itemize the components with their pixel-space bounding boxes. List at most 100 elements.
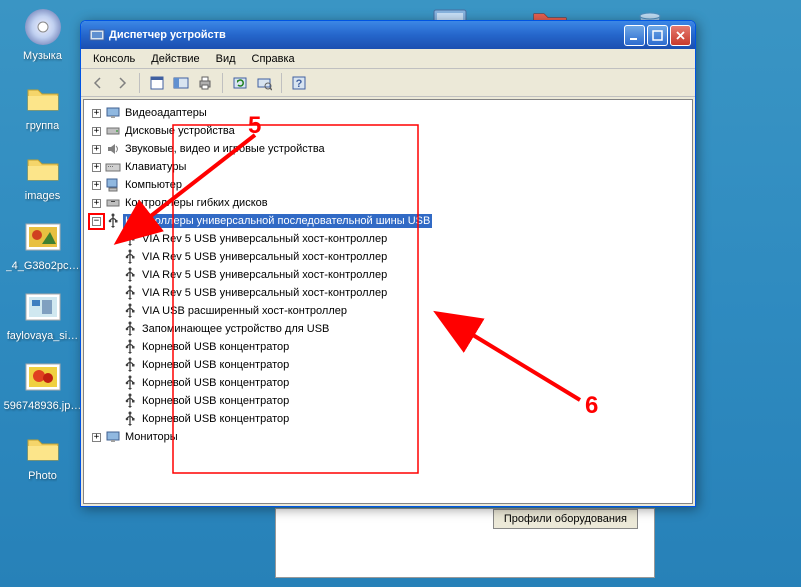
- desktop-icon-images[interactable]: images: [0, 146, 85, 202]
- desktop-icon-music[interactable]: Музыка: [0, 6, 85, 62]
- usb-icon: [122, 393, 138, 409]
- usb-icon: [122, 267, 138, 283]
- tree-label: VIA Rev 5 USB универсальный хост-контрол…: [140, 268, 389, 282]
- usb-icon: [122, 285, 138, 301]
- tree-label: Корневой USB концентратор: [140, 340, 291, 354]
- desktop-icon-img3[interactable]: 596748936.jp…: [0, 356, 85, 412]
- tree-item-usb-child[interactable]: Корневой USB концентратор: [84, 374, 692, 392]
- usb-icon: [122, 231, 138, 247]
- desktop-icon-group[interactable]: группа: [0, 76, 85, 132]
- forward-button[interactable]: [111, 72, 133, 94]
- desktop-icon-img1[interactable]: _4_G38o2pc…: [0, 216, 85, 272]
- icon-label: 596748936.jp…: [4, 400, 82, 412]
- tree-item-usb-child[interactable]: VIA Rev 5 USB универсальный хост-контрол…: [84, 284, 692, 302]
- print-button[interactable]: [194, 72, 216, 94]
- tree-item-usb-child[interactable]: Корневой USB концентратор: [84, 338, 692, 356]
- tree-label: VIA Rev 5 USB универсальный хост-контрол…: [140, 250, 389, 264]
- tree-label: Корневой USB концентратор: [140, 358, 291, 372]
- usb-icon: [122, 303, 138, 319]
- disk-icon: [105, 123, 121, 139]
- icon-label: группа: [26, 120, 60, 132]
- icon-label: _4_G38o2pc…: [6, 260, 80, 272]
- expand-icon[interactable]: +: [92, 181, 101, 190]
- show-hide-button[interactable]: [170, 72, 192, 94]
- desktop-icon-photo[interactable]: Photo: [0, 426, 85, 482]
- usb-icon: [122, 321, 138, 337]
- tree-label: Видеоадаптеры: [123, 106, 209, 120]
- tree-item-video[interactable]: + Видеоадаптеры: [84, 104, 692, 122]
- hardware-profiles-button[interactable]: Профили оборудования: [493, 509, 638, 529]
- tree-label: Корневой USB концентратор: [140, 394, 291, 408]
- tree-item-usb-child[interactable]: VIA USB расширенный хост-контроллер: [84, 302, 692, 320]
- usb-icon: [122, 249, 138, 265]
- sound-icon: [105, 141, 121, 157]
- device-tree[interactable]: + Видеоадаптеры + Дисковые устройства + …: [83, 99, 693, 504]
- expand-icon[interactable]: +: [92, 127, 101, 136]
- scan-button[interactable]: [253, 72, 275, 94]
- icon-label: Музыка: [23, 50, 62, 62]
- device-manager-window: Диспетчер устройств Консоль Действие Вид…: [80, 20, 696, 507]
- close-button[interactable]: [670, 25, 691, 46]
- tree-item-floppy[interactable]: + Контроллеры гибких дисков: [84, 194, 692, 212]
- desktop-icon-img2[interactable]: faylovaya_si…: [0, 286, 85, 342]
- tree-item-usb-child[interactable]: VIA Rev 5 USB универсальный хост-контрол…: [84, 266, 692, 284]
- expand-icon[interactable]: +: [92, 109, 101, 118]
- help-button[interactable]: ?: [288, 72, 310, 94]
- collapse-icon[interactable]: −: [92, 217, 101, 226]
- tree-item-usb-controllers[interactable]: − Контроллеры универсальной последовател…: [84, 212, 692, 230]
- tree-label: Запоминающее устройство для USB: [140, 322, 331, 336]
- tree-item-monitors[interactable]: + Мониторы: [84, 428, 692, 446]
- window-title: Диспетчер устройств: [109, 29, 624, 41]
- maximize-button[interactable]: [647, 25, 668, 46]
- expand-icon[interactable]: +: [92, 433, 101, 442]
- menu-console[interactable]: Консоль: [85, 51, 143, 67]
- tree-label: Мониторы: [123, 430, 180, 444]
- minimize-button[interactable]: [624, 25, 645, 46]
- tree-item-usb-child[interactable]: VIA Rev 5 USB универсальный хост-контрол…: [84, 230, 692, 248]
- tree-label: VIA Rev 5 USB универсальный хост-контрол…: [140, 286, 389, 300]
- background-window: Профили оборудования: [275, 508, 655, 578]
- svg-text:?: ?: [296, 78, 303, 90]
- back-button[interactable]: [87, 72, 109, 94]
- tree-label: VIA Rev 5 USB универсальный хост-контрол…: [140, 232, 389, 246]
- expand-icon[interactable]: +: [92, 199, 101, 208]
- tree-item-computer[interactable]: + Компьютер: [84, 176, 692, 194]
- tree-item-usb-child[interactable]: VIA Rev 5 USB универсальный хост-контрол…: [84, 248, 692, 266]
- tree-label: Компьютер: [123, 178, 184, 192]
- menu-help[interactable]: Справка: [244, 51, 303, 67]
- tree-item-disk[interactable]: + Дисковые устройства: [84, 122, 692, 140]
- tree-label: Контроллеры гибких дисков: [123, 196, 270, 210]
- tree-label: Клавиатуры: [123, 160, 188, 174]
- menu-view[interactable]: Вид: [208, 51, 244, 67]
- tree-item-usb-child[interactable]: Корневой USB концентратор: [84, 356, 692, 374]
- tree-item-keyboard[interactable]: + Клавиатуры: [84, 158, 692, 176]
- titlebar[interactable]: Диспетчер устройств: [81, 21, 695, 49]
- expand-icon[interactable]: +: [92, 145, 101, 154]
- expand-icon[interactable]: +: [92, 163, 101, 172]
- app-icon: [89, 27, 105, 43]
- usb-icon: [122, 339, 138, 355]
- usb-icon: [122, 357, 138, 373]
- menu-action[interactable]: Действие: [143, 51, 207, 67]
- tree-item-usb-child[interactable]: Запоминающее устройство для USB: [84, 320, 692, 338]
- icon-label: Photo: [28, 470, 57, 482]
- tree-label: Корневой USB концентратор: [140, 412, 291, 426]
- keyboard-icon: [105, 159, 121, 175]
- refresh-button[interactable]: [229, 72, 251, 94]
- tree-label: Звуковые, видео и игровые устройства: [123, 142, 327, 156]
- desktop-icons-col: Музыка группа images _4_G38o2pc… faylova…: [0, 0, 85, 496]
- properties-button[interactable]: [146, 72, 168, 94]
- tree-item-sound[interactable]: + Звуковые, видео и игровые устройства: [84, 140, 692, 158]
- display-icon: [105, 105, 121, 121]
- usb-icon: [122, 411, 138, 427]
- usb-icon: [122, 375, 138, 391]
- monitor-icon: [105, 429, 121, 445]
- tree-label: Контроллеры универсальной последовательн…: [123, 214, 432, 228]
- tree-label: VIA USB расширенный хост-контроллер: [140, 304, 349, 318]
- tree-label: Корневой USB концентратор: [140, 376, 291, 390]
- tree-item-usb-child[interactable]: Корневой USB концентратор: [84, 392, 692, 410]
- floppy-icon: [105, 195, 121, 211]
- tree-label: Дисковые устройства: [123, 124, 237, 138]
- computer-icon: [105, 177, 121, 193]
- tree-item-usb-child[interactable]: Корневой USB концентратор: [84, 410, 692, 428]
